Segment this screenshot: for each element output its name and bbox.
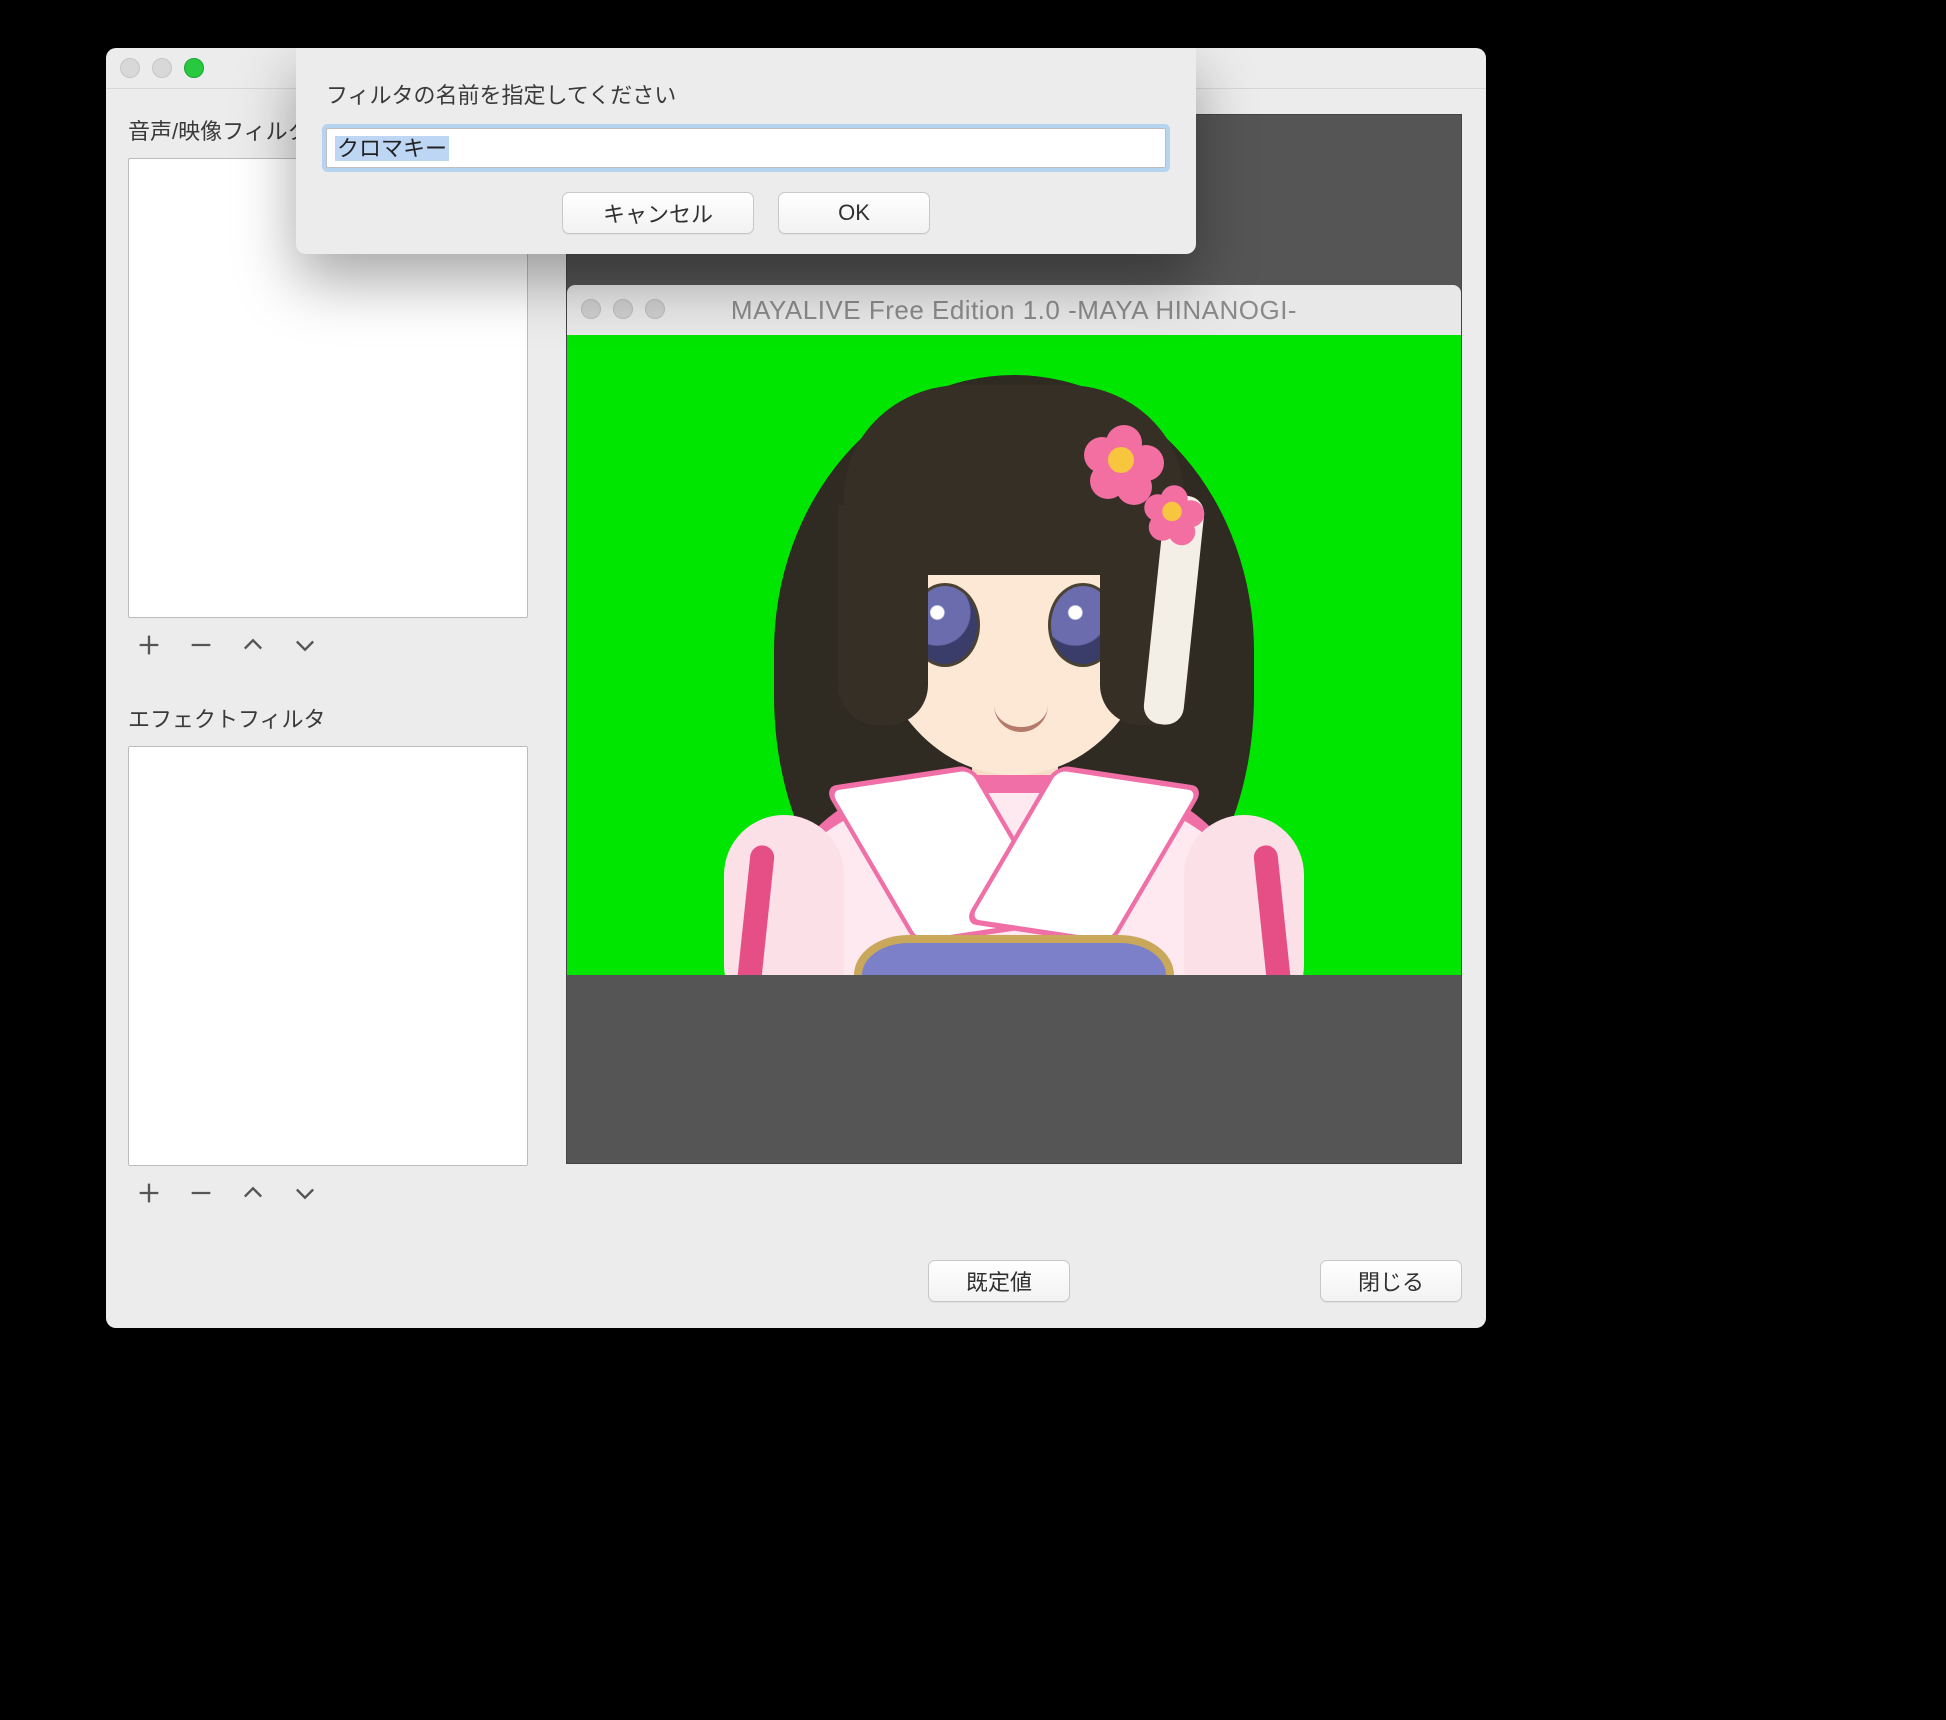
move-av-up-button[interactable] bbox=[236, 628, 270, 662]
traffic-lights bbox=[120, 58, 204, 78]
plus-icon bbox=[135, 631, 163, 659]
defaults-button[interactable]: 既定値 bbox=[928, 1260, 1070, 1302]
filters-window: 'ウィンドウキャプチャ4' のためのフィルタ 音声/映像フィルタ bbox=[106, 48, 1486, 1328]
move-av-down-button[interactable] bbox=[288, 628, 322, 662]
fx-filter-list[interactable] bbox=[128, 746, 528, 1166]
captured-window: MAYALIVE Free Edition 1.0 -MAYA HINANOGI… bbox=[567, 285, 1461, 975]
fx-filter-buttons bbox=[128, 1166, 528, 1210]
filter-name-value: クロマキー bbox=[335, 136, 449, 161]
cancel-button[interactable]: キャンセル bbox=[562, 192, 754, 234]
av-filter-buttons bbox=[128, 618, 528, 662]
minimize-traffic-icon[interactable] bbox=[152, 58, 172, 78]
minus-icon bbox=[187, 1179, 215, 1207]
move-fx-up-button[interactable] bbox=[236, 1176, 270, 1210]
greenscreen-area bbox=[567, 335, 1461, 975]
fx-filters-label: エフェクトフィルタ bbox=[128, 702, 528, 734]
left-column: 音声/映像フィルタ エフェクトフィルタ bbox=[128, 114, 528, 1210]
chevron-down-icon bbox=[291, 631, 319, 659]
captured-minimize-icon bbox=[613, 299, 633, 319]
captured-titlebar: MAYALIVE Free Edition 1.0 -MAYA HINANOGI… bbox=[567, 285, 1461, 335]
close-button[interactable]: 閉じる bbox=[1320, 1260, 1462, 1302]
close-traffic-icon[interactable] bbox=[120, 58, 140, 78]
zoom-traffic-icon[interactable] bbox=[184, 58, 204, 78]
add-fx-filter-button[interactable] bbox=[132, 1176, 166, 1210]
minus-icon bbox=[187, 631, 215, 659]
remove-fx-filter-button[interactable] bbox=[184, 1176, 218, 1210]
character-illustration bbox=[734, 345, 1294, 975]
plus-icon bbox=[135, 1179, 163, 1207]
captured-window-title: MAYALIVE Free Edition 1.0 -MAYA HINANOGI… bbox=[567, 295, 1461, 326]
add-av-filter-button[interactable] bbox=[132, 628, 166, 662]
captured-traffic-lights bbox=[581, 299, 665, 319]
chevron-up-icon bbox=[239, 631, 267, 659]
captured-zoom-icon bbox=[645, 299, 665, 319]
bottom-button-row: 既定値 閉じる bbox=[928, 1260, 1462, 1302]
sheet-button-row: キャンセル OK bbox=[326, 192, 1166, 234]
sheet-prompt: フィルタの名前を指定してください bbox=[326, 78, 1166, 110]
move-fx-down-button[interactable] bbox=[288, 1176, 322, 1210]
preview-area: MAYALIVE Free Edition 1.0 -MAYA HINANOGI… bbox=[566, 114, 1462, 1164]
filter-name-input[interactable]: クロマキー bbox=[326, 128, 1166, 168]
window-body: 音声/映像フィルタ エフェクトフィルタ bbox=[106, 88, 1486, 1328]
ok-button[interactable]: OK bbox=[778, 192, 930, 234]
remove-av-filter-button[interactable] bbox=[184, 628, 218, 662]
chevron-down-icon bbox=[291, 1179, 319, 1207]
captured-close-icon bbox=[581, 299, 601, 319]
name-filter-sheet: フィルタの名前を指定してください クロマキー キャンセル OK bbox=[296, 48, 1196, 254]
fx-section: エフェクトフィルタ bbox=[128, 702, 528, 1210]
chevron-up-icon bbox=[239, 1179, 267, 1207]
